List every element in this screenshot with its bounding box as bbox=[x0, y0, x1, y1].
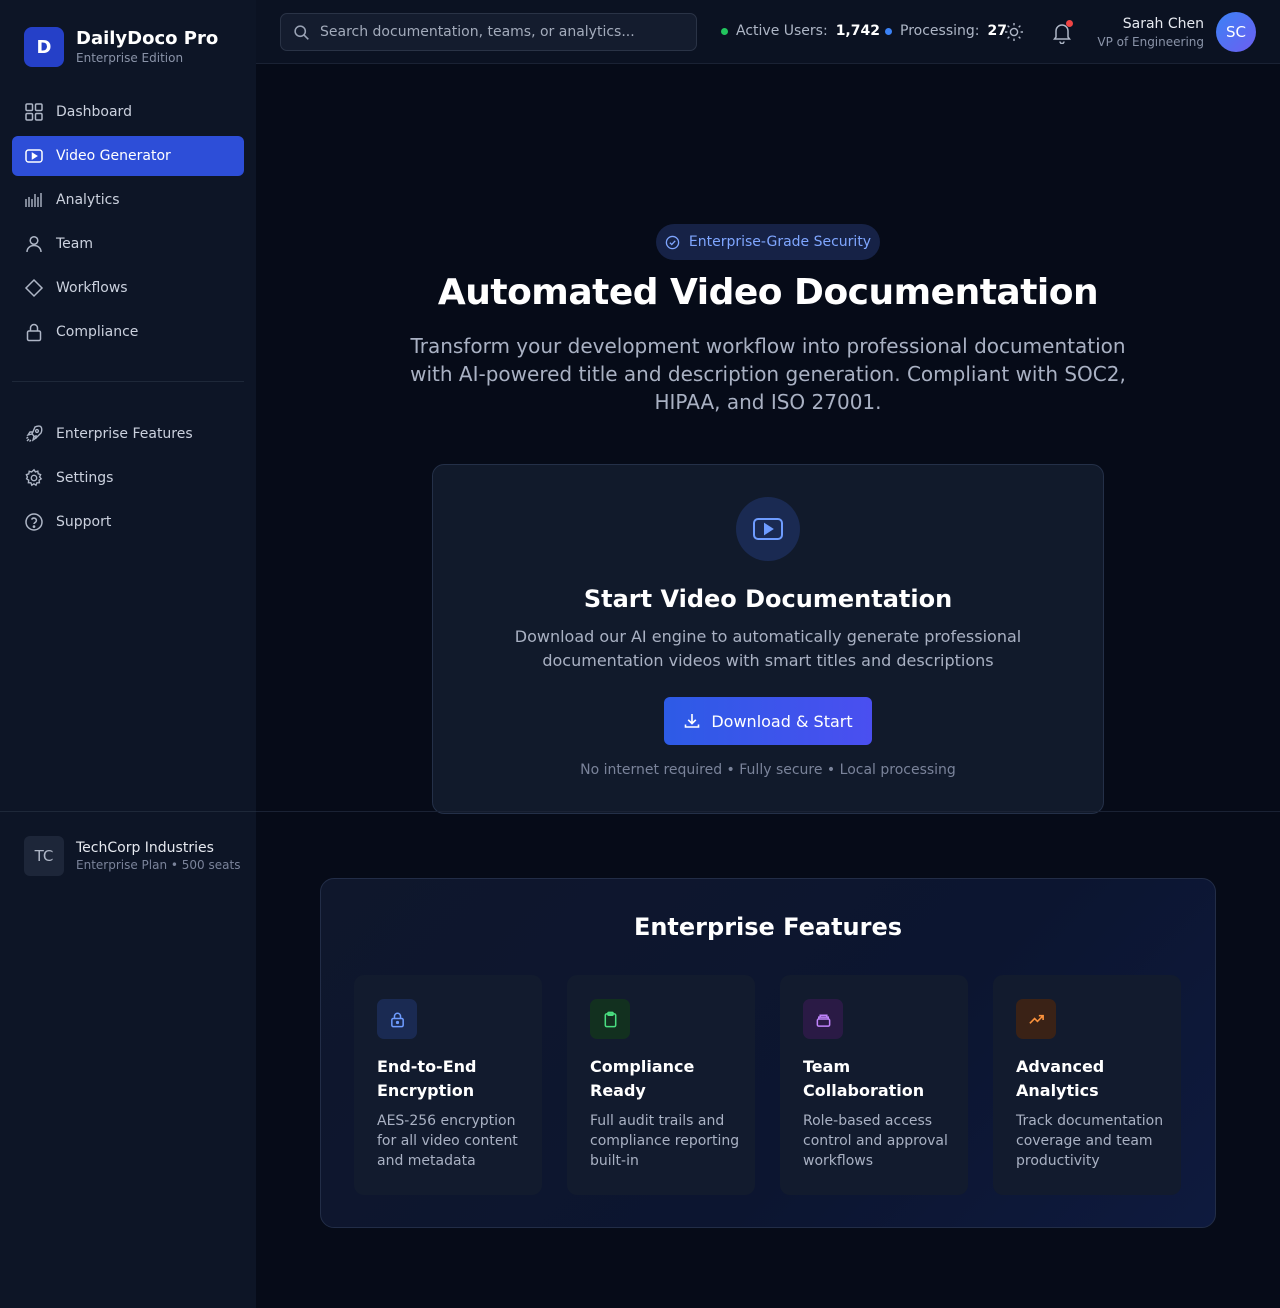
download-start-label: Download & Start bbox=[711, 711, 853, 731]
feature-icon-box bbox=[1016, 999, 1056, 1039]
sidebar-item-analytics[interactable]: Analytics bbox=[12, 180, 244, 220]
main-nav: Dashboard Video Generator Analytics Team… bbox=[12, 92, 244, 546]
nav-divider bbox=[12, 381, 244, 382]
main-content: Enterprise-Grade Security Automated Vide… bbox=[256, 64, 1280, 1308]
search-box[interactable] bbox=[280, 13, 697, 51]
security-badge: Enterprise-Grade Security bbox=[656, 224, 880, 260]
sidebar-item-team[interactable]: Team bbox=[12, 224, 244, 264]
org-plan: Enterprise Plan • 500 seats bbox=[76, 858, 241, 872]
active-users-stat: Active Users: 1,742 bbox=[721, 23, 880, 39]
sidebar-item-label: Team bbox=[56, 236, 94, 252]
active-users-value: 1,742 bbox=[835, 23, 880, 39]
processing-stat: Processing: 27 bbox=[885, 23, 1007, 39]
sidebar-item-support[interactable]: Support bbox=[12, 502, 244, 542]
start-card-title: Start Video Documentation bbox=[583, 585, 953, 613]
feature-description: Track documentation coverage and team pr… bbox=[1016, 1113, 1164, 1169]
start-documentation-card: Start Video Documentation Download our A… bbox=[432, 464, 1104, 814]
feature-card-encryption: End-to-End Encryption AES-256 encryption… bbox=[354, 975, 542, 1195]
brand[interactable]: D DailyDoco Pro Enterprise Edition bbox=[24, 27, 218, 67]
sidebar-item-label: Workflows bbox=[56, 280, 128, 296]
diamond-icon bbox=[24, 278, 44, 298]
brand-logo: D bbox=[24, 27, 64, 67]
features-title: Enterprise Features bbox=[633, 913, 903, 941]
org-name: TechCorp Industries bbox=[76, 840, 214, 856]
security-badge-label: Enterprise-Grade Security bbox=[688, 234, 872, 250]
notification-badge bbox=[1066, 20, 1073, 27]
user-name: Sarah Chen bbox=[1122, 16, 1204, 32]
feature-description: AES-256 encryption for all video content… bbox=[377, 1113, 518, 1169]
sidebar-item-label: Video Generator bbox=[56, 148, 171, 164]
sidebar-item-label: Dashboard bbox=[56, 104, 132, 120]
bar-chart-icon bbox=[24, 190, 44, 210]
rocket-icon bbox=[24, 424, 44, 444]
download-start-button[interactable]: Download & Start bbox=[664, 697, 872, 745]
check-circle-icon bbox=[665, 235, 680, 250]
sidebar: D DailyDoco Pro Enterprise Edition Dashb… bbox=[0, 0, 256, 1308]
active-status-dot bbox=[721, 27, 728, 35]
video-icon bbox=[736, 497, 800, 561]
lock-icon bbox=[24, 322, 44, 342]
grid-icon bbox=[24, 102, 44, 122]
start-card-note: No internet required • Fully secure • Lo… bbox=[580, 762, 956, 778]
brand-edition: Enterprise Edition bbox=[76, 51, 184, 65]
trending-up-icon bbox=[1028, 1011, 1045, 1028]
sidebar-item-enterprise-features[interactable]: Enterprise Features bbox=[12, 414, 244, 454]
sidebar-item-video-generator[interactable]: Video Generator bbox=[12, 136, 244, 176]
page-title: Automated Video Documentation bbox=[437, 272, 1099, 313]
feature-title: End-to-End Encryption bbox=[377, 1057, 477, 1100]
feature-title: Team Collaboration bbox=[803, 1057, 925, 1100]
sidebar-item-workflows[interactable]: Workflows bbox=[12, 268, 244, 308]
feature-description: Role-based access control and approval w… bbox=[803, 1113, 948, 1169]
sun-icon bbox=[1003, 21, 1025, 43]
help-icon bbox=[24, 512, 44, 532]
video-icon bbox=[24, 146, 44, 166]
feature-card-collaboration: Team Collaboration Role-based access con… bbox=[780, 975, 968, 1195]
sidebar-item-dashboard[interactable]: Dashboard bbox=[12, 92, 244, 132]
active-users-label: Active Users: bbox=[736, 23, 828, 39]
sidebar-divider bbox=[0, 811, 256, 812]
sidebar-item-compliance[interactable]: Compliance bbox=[12, 312, 244, 352]
avatar[interactable]: SC bbox=[1216, 12, 1256, 52]
layers-icon bbox=[815, 1011, 832, 1028]
lock-icon bbox=[389, 1011, 406, 1028]
sidebar-item-label: Support bbox=[56, 514, 112, 530]
sidebar-item-label: Analytics bbox=[56, 192, 120, 208]
search-icon bbox=[293, 24, 310, 41]
start-card-description: Download our AI engine to automatically … bbox=[514, 627, 1022, 670]
sidebar-item-settings[interactable]: Settings bbox=[12, 458, 244, 498]
brand-name: DailyDoco Pro bbox=[76, 28, 219, 49]
gear-icon bbox=[24, 468, 44, 488]
download-icon bbox=[683, 712, 701, 730]
feature-icon-box bbox=[377, 999, 417, 1039]
sidebar-item-label: Settings bbox=[56, 470, 114, 486]
feature-description: Full audit trails and compliance reporti… bbox=[590, 1113, 740, 1169]
page-subtitle: Transform your development workflow into… bbox=[410, 334, 1126, 414]
feature-icon-box bbox=[803, 999, 843, 1039]
user-icon bbox=[24, 234, 44, 254]
sidebar-item-label: Enterprise Features bbox=[56, 426, 193, 442]
processing-status-dot bbox=[885, 27, 892, 35]
feature-card-analytics: Advanced Analytics Track documentation c… bbox=[993, 975, 1181, 1195]
theme-toggle-button[interactable] bbox=[1003, 21, 1025, 43]
feature-card-compliance: Compliance Ready Full audit trails and c… bbox=[567, 975, 755, 1195]
enterprise-features-panel: Enterprise Features End-to-End Encryptio… bbox=[320, 878, 1216, 1228]
org-logo: TC bbox=[24, 836, 64, 876]
top-header: Active Users: 1,742 Processing: 27 Sarah… bbox=[256, 0, 1280, 64]
content-divider bbox=[256, 811, 1280, 812]
user-menu[interactable]: Sarah Chen VP of Engineering SC bbox=[1097, 12, 1256, 52]
search-input[interactable] bbox=[320, 24, 680, 40]
feature-icon-box bbox=[590, 999, 630, 1039]
processing-label: Processing: bbox=[900, 23, 980, 39]
organization-info[interactable]: TC TechCorp Industries Enterprise Plan •… bbox=[24, 836, 240, 876]
feature-title: Compliance Ready bbox=[590, 1057, 695, 1100]
clipboard-icon bbox=[602, 1011, 619, 1028]
notifications-button[interactable] bbox=[1051, 20, 1073, 44]
sidebar-item-label: Compliance bbox=[56, 324, 139, 340]
feature-title: Advanced Analytics bbox=[1016, 1057, 1105, 1100]
user-role: VP of Engineering bbox=[1097, 35, 1204, 49]
